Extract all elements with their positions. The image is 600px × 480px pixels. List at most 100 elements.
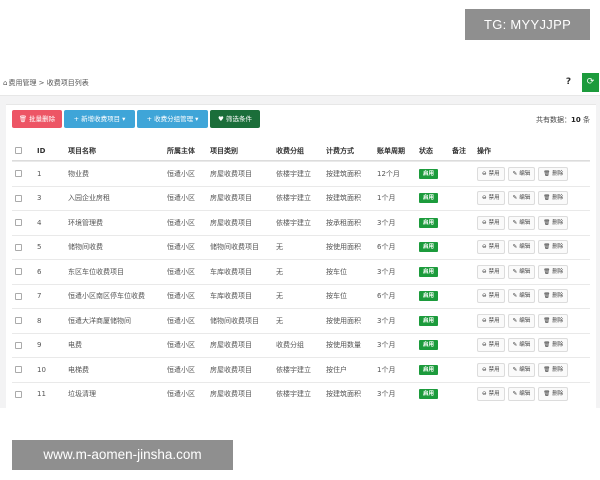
row-actions: ⊖ 禁用 ✎ 编辑 🗑 删除 bbox=[477, 215, 569, 230]
table-row: 1 物业费 恒遣小区 房屋收费项目 依楼宇建立 按建筑面积 12个月 启用 ⊖ 禁用 ✎ 编辑 🗑 删除 bbox=[12, 161, 590, 186]
select-all-checkbox[interactable] bbox=[15, 147, 22, 154]
row-checkbox[interactable] bbox=[15, 170, 22, 178]
cell-period: 6个月 bbox=[377, 292, 396, 301]
edit-icon: ✎ bbox=[512, 219, 518, 226]
edit-button[interactable]: ✎ 编辑 bbox=[507, 289, 536, 304]
disable-button[interactable]: ⊖ 禁用 bbox=[477, 264, 505, 279]
cell-name: 储物间收费 bbox=[68, 243, 103, 252]
disable-button[interactable]: ⊖ 禁用 bbox=[477, 166, 505, 181]
add-item-button[interactable]: + 新增收费项目 ▾ bbox=[64, 110, 135, 128]
breadcrumb: ⌂费用管理 > 收费项目列表 bbox=[3, 78, 89, 88]
status-badge: 启用 bbox=[419, 242, 439, 253]
header-period: 账单周期 bbox=[377, 146, 405, 155]
trash-icon: 🗑 bbox=[543, 244, 551, 251]
disable-button[interactable]: ⊖ 禁用 bbox=[477, 240, 505, 255]
row-actions: ⊖ 禁用 ✎ 编辑 🗑 删除 bbox=[477, 191, 569, 206]
row-checkbox[interactable] bbox=[15, 268, 22, 276]
help-icon[interactable]: ? bbox=[563, 77, 574, 88]
edit-button[interactable]: ✎ 编辑 bbox=[507, 191, 536, 206]
ban-icon: ⊖ bbox=[482, 268, 487, 275]
disable-button[interactable]: ⊖ 禁用 bbox=[477, 338, 505, 353]
header-note: 备注 bbox=[452, 146, 466, 155]
row-checkbox[interactable] bbox=[15, 390, 22, 398]
row-checkbox[interactable] bbox=[15, 366, 22, 374]
refresh-button[interactable]: ⟳ bbox=[582, 73, 599, 92]
cell-id: 10 bbox=[37, 365, 46, 374]
status-badge: 启用 bbox=[419, 168, 439, 179]
delete-button[interactable]: 🗑 删除 bbox=[538, 240, 569, 255]
delete-button[interactable]: 🗑 删除 bbox=[538, 338, 569, 353]
cell-owner: 恒遣小区 bbox=[167, 365, 195, 374]
cell-id: 3 bbox=[37, 194, 42, 203]
row-checkbox[interactable] bbox=[15, 219, 22, 227]
disable-button[interactable]: ⊖ 禁用 bbox=[477, 289, 505, 304]
cell-mode: 按住户 bbox=[326, 365, 347, 374]
status-badge: 启用 bbox=[419, 389, 439, 400]
edit-button[interactable]: ✎ 编辑 bbox=[507, 240, 536, 255]
batch-delete-button[interactable]: 🗑 批量删除 bbox=[12, 110, 62, 128]
delete-button[interactable]: 🗑 删除 bbox=[538, 289, 569, 304]
row-checkbox[interactable] bbox=[15, 341, 22, 349]
edit-button[interactable]: ✎ 编辑 bbox=[507, 313, 536, 328]
row-checkbox[interactable] bbox=[15, 194, 22, 202]
trash-icon: 🗑 bbox=[543, 268, 551, 275]
edit-button[interactable]: ✎ 编辑 bbox=[507, 215, 536, 230]
row-checkbox[interactable] bbox=[15, 243, 22, 251]
cell-period: 3个月 bbox=[377, 218, 396, 227]
delete-button[interactable]: 🗑 删除 bbox=[538, 313, 569, 328]
cell-owner: 恒遣小区 bbox=[167, 243, 195, 252]
cell-category: 房屋收费项目 bbox=[210, 169, 252, 178]
trash-icon: 🗑 bbox=[543, 219, 551, 226]
edit-icon: ✎ bbox=[512, 170, 518, 177]
delete-button[interactable]: 🗑 删除 bbox=[538, 264, 569, 279]
delete-button[interactable]: 🗑 删除 bbox=[538, 215, 569, 230]
edit-button[interactable]: ✎ 编辑 bbox=[507, 166, 536, 181]
table-row: 5 储物间收费 恒遣小区 储物间收费项目 无 按使用面积 6个月 启用 ⊖ 禁用 ✎ 编辑 🗑 删除 bbox=[12, 234, 590, 260]
edit-icon: ✎ bbox=[512, 195, 518, 202]
delete-button[interactable]: 🗑 删除 bbox=[538, 387, 569, 402]
trash-icon: 🗑 bbox=[543, 391, 551, 398]
disable-button[interactable]: ⊖ 禁用 bbox=[477, 387, 505, 402]
ban-icon: ⊖ bbox=[482, 244, 487, 251]
top-bar: ⌂费用管理 > 收费项目列表 ? ⟳ bbox=[0, 70, 600, 96]
row-checkbox[interactable] bbox=[15, 317, 22, 325]
group-manage-button[interactable]: + 收费分组管理 ▾ bbox=[137, 110, 208, 128]
plus-icon: + bbox=[146, 115, 153, 123]
trash-icon: 🗑 bbox=[543, 293, 551, 300]
cell-period: 3个月 bbox=[377, 267, 396, 276]
edit-button[interactable]: ✎ 编辑 bbox=[507, 338, 536, 353]
filter-button[interactable]: ♥ 筛选条件 bbox=[210, 110, 260, 128]
disable-button[interactable]: ⊖ 禁用 bbox=[477, 313, 505, 328]
cell-name: 恒遣大洋商厦储物间 bbox=[68, 316, 131, 325]
delete-button[interactable]: 🗑 删除 bbox=[538, 166, 569, 181]
cell-mode: 按车位 bbox=[326, 292, 347, 301]
breadcrumb-text: 费用管理 > 收费项目列表 bbox=[8, 79, 89, 87]
header-id[interactable]: ID bbox=[37, 141, 45, 160]
cell-period: 3个月 bbox=[377, 341, 396, 350]
cell-owner: 恒遣小区 bbox=[167, 316, 195, 325]
disable-button[interactable]: ⊖ 禁用 bbox=[477, 191, 505, 206]
trash-icon: 🗑 bbox=[543, 170, 551, 177]
cell-group: 无 bbox=[276, 267, 283, 276]
cell-id: 6 bbox=[37, 267, 42, 276]
cell-group: 无 bbox=[276, 243, 283, 252]
edit-button[interactable]: ✎ 编辑 bbox=[507, 387, 536, 402]
disable-button[interactable]: ⊖ 禁用 bbox=[477, 215, 505, 230]
disable-button[interactable]: ⊖ 禁用 bbox=[477, 362, 505, 377]
row-actions: ⊖ 禁用 ✎ 编辑 🗑 删除 bbox=[477, 338, 569, 353]
cell-name: 物业费 bbox=[68, 169, 89, 178]
edit-button[interactable]: ✎ 编辑 bbox=[507, 264, 536, 279]
delete-button[interactable]: 🗑 删除 bbox=[538, 362, 569, 377]
cell-mode: 按使用面积 bbox=[326, 243, 361, 252]
row-actions: ⊖ 禁用 ✎ 编辑 🗑 删除 bbox=[477, 289, 569, 304]
edit-button[interactable]: ✎ 编辑 bbox=[507, 362, 536, 377]
cell-mode: 按使用面积 bbox=[326, 316, 361, 325]
table-row: 10 电梯费 恒遣小区 房屋收费项目 依楼宇建立 按住户 1个月 启用 ⊖ 禁用 ✎ 编辑 🗑 删除 bbox=[12, 357, 590, 382]
row-checkbox[interactable] bbox=[15, 292, 22, 300]
row-actions: ⊖ 禁用 ✎ 编辑 🗑 删除 bbox=[477, 362, 569, 377]
delete-button[interactable]: 🗑 删除 bbox=[538, 191, 569, 206]
header-name: 项目名称 bbox=[68, 146, 96, 155]
header-state: 状态 bbox=[419, 146, 433, 155]
cell-name: 恒遣小区南区停车位收费 bbox=[68, 292, 145, 301]
cell-name: 电梯费 bbox=[68, 365, 89, 374]
